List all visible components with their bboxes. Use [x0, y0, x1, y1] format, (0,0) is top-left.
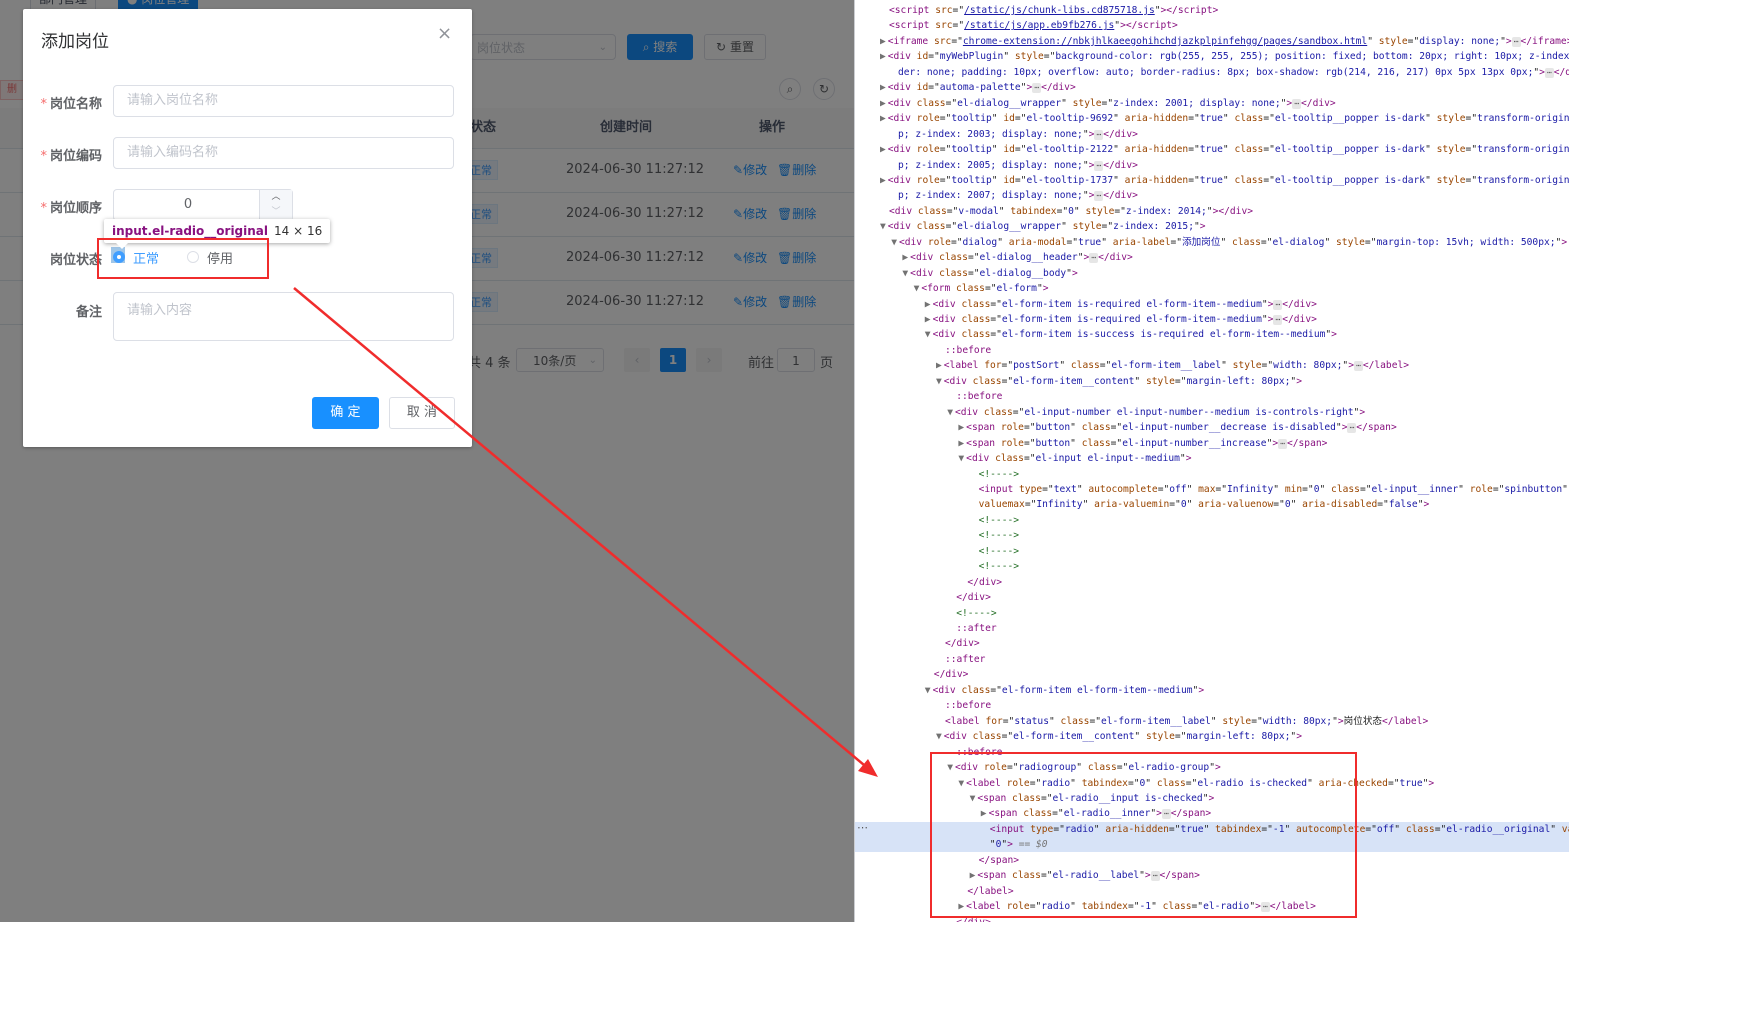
dom-node-line[interactable]: ::after: [855, 621, 1569, 636]
chevron-down-icon: ﹀: [271, 207, 281, 217]
expand-toggle-icon[interactable]: ▼: [902, 268, 908, 279]
dom-node-line[interactable]: </div>: [855, 667, 1569, 682]
confirm-button[interactable]: 确 定: [312, 397, 379, 429]
post-code-input[interactable]: 请输入编码名称: [113, 137, 454, 169]
dom-node-line[interactable]: ▼ <div class="el-input-number el-input-nu…: [855, 405, 1569, 420]
dom-node-line[interactable]: ▶ <div class="el-form-item is-required el…: [855, 297, 1569, 312]
dom-node-line[interactable]: <label for="status" class="el-form-item_…: [855, 714, 1569, 729]
annotation-box-radio: [97, 238, 269, 279]
dom-node-line[interactable]: <!---->: [855, 559, 1569, 574]
dom-node-line[interactable]: </div>: [855, 590, 1569, 605]
expand-toggle-icon[interactable]: ▶: [902, 252, 908, 263]
dom-node-line[interactable]: ▼ <div class="el-form-item el-form-item--…: [855, 683, 1569, 698]
expand-toggle-icon[interactable]: ▼: [891, 237, 897, 248]
annotation-box-dom: [930, 752, 1357, 918]
dom-node-line[interactable]: <!---->: [855, 544, 1569, 559]
dom-node-line[interactable]: ▶ <div role="tooltip" id="el-tooltip-2122…: [855, 142, 1569, 157]
dom-node-line[interactable]: ::before: [855, 343, 1569, 358]
dom-node-line[interactable]: ▶ <div role="tooltip" id="el-tooltip-9692…: [855, 111, 1569, 126]
expand-toggle-icon[interactable]: ▶: [880, 51, 886, 62]
dom-node-line[interactable]: <!---->: [855, 606, 1569, 621]
dom-node-line[interactable]: ▶ <span role="button" class="el-input-num…: [855, 436, 1569, 451]
required-asterisk: *: [40, 149, 47, 164]
expand-toggle-icon[interactable]: ▼: [958, 453, 964, 464]
post-code-label: * 岗位编码: [40, 149, 102, 164]
dom-node-line[interactable]: ▼ <div class="el-form-item__content" styl…: [855, 374, 1569, 389]
dom-node-line[interactable]: ▼ <div class="el-input el-input--medium">: [855, 451, 1569, 466]
expand-toggle-icon[interactable]: ▶: [925, 314, 931, 325]
more-icon[interactable]: ⋯: [857, 821, 868, 834]
dom-node-line[interactable]: ::before: [855, 389, 1569, 404]
post-status-label: 岗位状态: [49, 253, 102, 268]
chevron-up-icon: ︿: [271, 192, 281, 202]
expand-toggle-icon[interactable]: ▼: [880, 221, 886, 232]
dom-node-line[interactable]: der: none; padding: 10px; overflow: auto…: [855, 65, 1569, 80]
dom-node-line[interactable]: <div class="v-modal" tabindex="0" style=…: [855, 204, 1569, 219]
dom-node-line[interactable]: p; z-index: 2005; display: none;"> ⋯ </div…: [855, 158, 1569, 173]
dom-node-line[interactable]: ▼ <div class="el-form-item is-success is-…: [855, 327, 1569, 342]
dom-node-line[interactable]: </div>: [855, 636, 1569, 651]
required-asterisk: *: [40, 201, 47, 216]
expand-toggle-icon[interactable]: ▼: [925, 685, 931, 696]
cancel-button[interactable]: 取 消: [389, 397, 455, 429]
expand-toggle-icon[interactable]: ▶: [880, 82, 886, 93]
tooltip-size: 14 × 16: [274, 224, 323, 238]
expand-toggle-icon[interactable]: ▶: [880, 175, 886, 186]
dom-node-line[interactable]: ▶ <div id="automa-palette"> ⋯ </div>: [855, 80, 1569, 95]
dom-node-line[interactable]: <!---->: [855, 528, 1569, 543]
expand-toggle-icon[interactable]: ▼: [947, 407, 953, 418]
expand-toggle-icon[interactable]: ▼: [936, 731, 942, 742]
dom-node-line[interactable]: ▶ <div class="el-form-item is-required el…: [855, 312, 1569, 327]
dom-node-line[interactable]: <script src="/static/js/app.eb9fb276.js"…: [855, 18, 1569, 33]
dom-node-line[interactable]: ▼ <div class="el-form-item__content" styl…: [855, 729, 1569, 744]
expand-toggle-icon[interactable]: ▼: [936, 376, 942, 387]
expand-toggle-icon[interactable]: ▶: [880, 113, 886, 124]
expand-toggle-icon[interactable]: ▶: [880, 144, 886, 155]
post-name-input[interactable]: 请输入岗位名称: [113, 85, 454, 117]
remark-textarea[interactable]: 请输入内容: [113, 292, 454, 341]
expand-toggle-icon[interactable]: ▼: [925, 329, 931, 340]
dom-node-line[interactable]: <!---->: [855, 467, 1569, 482]
expand-toggle-icon[interactable]: ▶: [936, 360, 942, 371]
dialog-title: 添加岗位: [41, 32, 109, 52]
increase-button[interactable]: ︿: [259, 190, 292, 206]
dom-node-line[interactable]: ▶ <span role="button" class="el-input-num…: [855, 420, 1569, 435]
dom-node-line[interactable]: ▶ <label for="postSort" class="el-form-it…: [855, 358, 1569, 373]
dom-node-line[interactable]: ::before: [855, 698, 1569, 713]
dom-node-line[interactable]: ▼ <form class="el-form">: [855, 281, 1569, 296]
expand-toggle-icon[interactable]: ▼: [914, 283, 920, 294]
post-order-stepper[interactable]: 0 ︿ ﹀: [113, 189, 293, 221]
dom-node-line[interactable]: ▼ <div class="el-dialog__wrapper" style="…: [855, 219, 1569, 234]
close-icon[interactable]: ×: [437, 23, 452, 44]
dom-node-line[interactable]: <input type="text" autocomplete="off" ma…: [855, 482, 1569, 497]
dom-node-line[interactable]: </div>: [855, 575, 1569, 590]
dom-node-line[interactable]: ▶ <div class="el-dialog__wrapper" style="…: [855, 96, 1569, 111]
post-name-label: * 岗位名称: [40, 97, 102, 112]
remark-label: 备注: [75, 305, 102, 320]
dom-node-line[interactable]: ▶ <div id="myWebPlugin" style="background…: [855, 49, 1569, 64]
expand-toggle-icon[interactable]: ▶: [958, 438, 964, 449]
required-asterisk: *: [40, 97, 47, 112]
dom-node-line[interactable]: valuemax="Infinity" aria-valuemin="0" ar…: [855, 497, 1569, 512]
dom-node-line[interactable]: ▶ <iframe src="chrome-extension://nbkjhlk…: [855, 34, 1569, 49]
dom-node-line[interactable]: ▼ <div class="el-dialog__body">: [855, 266, 1569, 281]
decrease-button[interactable]: ﹀: [259, 205, 292, 220]
post-order-value[interactable]: 0: [114, 190, 262, 220]
post-order-label: * 岗位顺序: [40, 201, 102, 216]
expand-toggle-icon[interactable]: ▶: [880, 36, 886, 47]
dom-node-line[interactable]: p; z-index: 2003; display: none;"> ⋯ </div…: [855, 127, 1569, 142]
dom-node-line[interactable]: ▶ <div class="el-dialog__header"> ⋯ </div>: [855, 250, 1569, 265]
dom-node-line[interactable]: <!---->: [855, 513, 1569, 528]
dom-node-line[interactable]: <script src="/static/js/chunk-libs.cd875…: [855, 3, 1569, 18]
dom-node-line[interactable]: ▶ <div role="tooltip" id="el-tooltip-1737…: [855, 173, 1569, 188]
dom-node-line[interactable]: ::after: [855, 652, 1569, 667]
dom-node-line[interactable]: p; z-index: 2007; display: none;"> ⋯ </div…: [855, 188, 1569, 203]
app-viewport: 部门管理 ● 岗位管理 岗位状态 ⌄ ⌕ 搜索 ↻ 重置 删 ⌕ ↻ 状态 创建…: [0, 0, 854, 922]
expand-toggle-icon[interactable]: ▶: [880, 98, 886, 109]
tooltip-selector: input.el-radio__original: [112, 224, 269, 238]
expand-toggle-icon[interactable]: ▶: [958, 422, 964, 433]
dom-node-line[interactable]: ▼ <div role="dialog" aria-modal="true" ar…: [855, 235, 1569, 250]
expand-toggle-icon[interactable]: ▶: [925, 299, 931, 310]
